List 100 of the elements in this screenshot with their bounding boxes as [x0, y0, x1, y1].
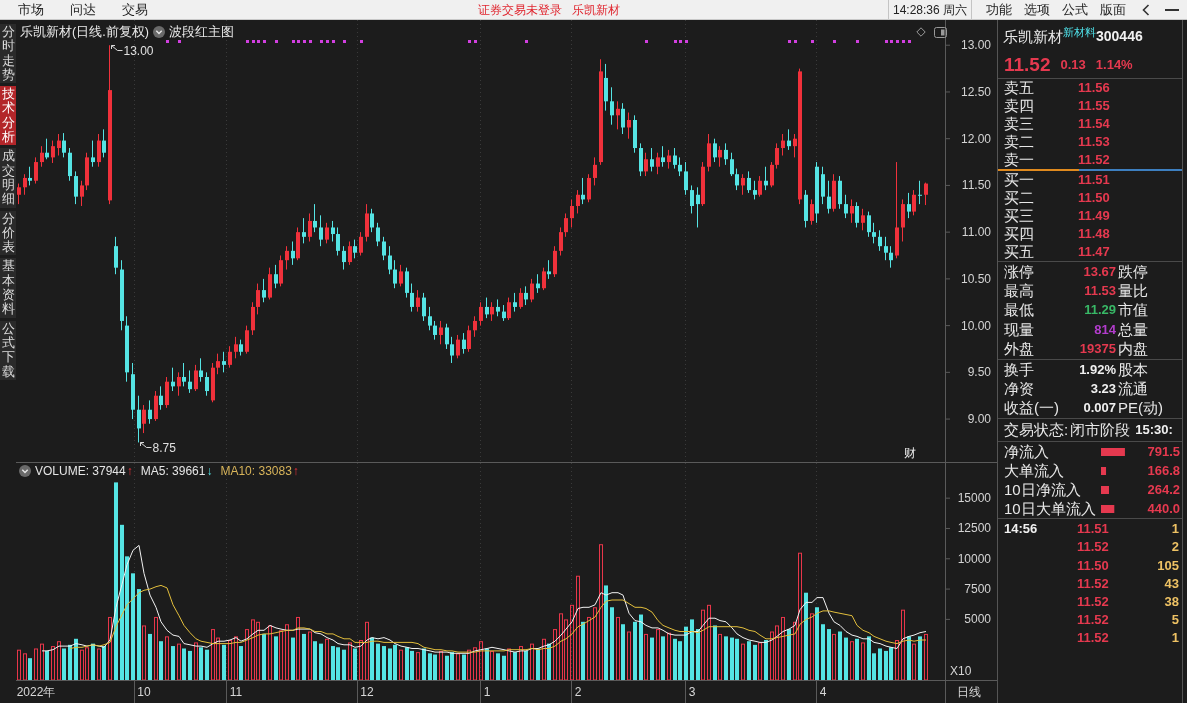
bid-label: 买四: [1003, 225, 1035, 243]
menu-button[interactable]: 选项: [1024, 0, 1050, 19]
clock-text: 14:28:36 周六: [888, 0, 972, 19]
tick-volume: 38: [1163, 593, 1180, 610]
notice-text: 证券交易未登录: [478, 1, 562, 18]
candlestick: [228, 345, 232, 369]
chevron-left-icon[interactable]: [1142, 3, 1150, 16]
stat-label: 总量: [1118, 320, 1148, 339]
chevron-down-icon[interactable]: [152, 26, 165, 38]
pointer-arrow-icon: [111, 45, 123, 51]
side-tab[interactable]: 基本资料: [0, 258, 16, 318]
candlestick: [131, 362, 135, 420]
bid-price: 11.48: [1078, 226, 1110, 242]
candlestick: [422, 292, 426, 322]
candlestick: [593, 156, 597, 186]
candlestick: [222, 351, 226, 373]
side-tab[interactable]: 分时走势: [0, 24, 16, 84]
bid-price: 11.47: [1078, 244, 1110, 260]
menu-item[interactable]: 问达: [70, 0, 96, 19]
flow-bar: [1101, 447, 1125, 456]
candlestick: [587, 173, 591, 203]
side-tab[interactable]: 成交明细: [0, 148, 16, 208]
chevron-down-icon[interactable]: [19, 465, 31, 477]
panel-toggle-icon[interactable]: [934, 27, 947, 38]
candlestick: [245, 325, 249, 355]
candlestick: [268, 267, 272, 300]
side-tab[interactable]: 公式下载: [0, 320, 16, 380]
candlestick: [399, 264, 403, 287]
candlestick: [376, 222, 380, 247]
flow-value: 264.2: [1146, 481, 1181, 498]
candlestick: [439, 320, 443, 345]
flow-value: 791.5: [1146, 443, 1181, 460]
price-axis-label: 12.00: [960, 131, 991, 146]
bid-price: 11.51: [1078, 172, 1110, 188]
candlestick: [901, 198, 905, 242]
candlestick: [91, 140, 95, 168]
candlestick: [707, 133, 711, 172]
tick-volume: 5: [1170, 612, 1180, 629]
candlestick: [479, 301, 483, 327]
stat-value: 3.23: [1089, 381, 1116, 398]
candlestick: [627, 112, 631, 140]
side-tab[interactable]: 技术分析: [0, 86, 16, 146]
tick-price: 11.52: [1077, 630, 1110, 647]
diamond-icon[interactable]: [916, 27, 926, 37]
rise-arrow: ↑: [126, 464, 133, 478]
stat-label: 净资: [1003, 380, 1035, 399]
candlestick: [114, 236, 118, 275]
candlestick: [844, 194, 848, 219]
candlestick: [456, 334, 460, 359]
menu-item[interactable]: 交易: [122, 0, 148, 19]
price-axis-label: 10.00: [960, 318, 991, 333]
flow-label: 净流入: [1003, 442, 1050, 461]
rise-arrow: ↑: [292, 464, 299, 478]
candlestick: [302, 217, 306, 244]
bid-price: 11.50: [1078, 190, 1110, 206]
candlestick: [633, 114, 637, 154]
candlestick: [171, 367, 175, 392]
legend-label: VOLUME: 37944: [35, 464, 126, 478]
tick-volume: 1: [1170, 521, 1180, 538]
stat-value: 19375: [1078, 341, 1116, 358]
candlestick: [188, 369, 192, 394]
tick-time: 14:56: [1003, 521, 1039, 538]
ask-price: 11.54: [1078, 116, 1110, 132]
ask-price: 11.52: [1078, 152, 1110, 168]
bid-label: 买五: [1003, 243, 1035, 261]
candlestick: [325, 222, 329, 244]
tick-price: 11.52: [1077, 593, 1110, 610]
candlestick: [148, 399, 152, 425]
legend-label: MA5: 39661: [140, 464, 206, 478]
flow-bar: [1101, 466, 1107, 475]
percent-change: 1.14%: [1095, 57, 1133, 73]
last-price: 11.52: [1004, 54, 1051, 76]
price-axis-label: 10.50: [960, 271, 991, 286]
candlestick: [724, 142, 728, 166]
menu-button[interactable]: 功能: [986, 0, 1012, 19]
candlestick: [34, 156, 38, 185]
status-time: 15:30:: [1135, 422, 1173, 439]
menu-button[interactable]: 版面: [1100, 0, 1126, 19]
stat-label: 流通: [1118, 380, 1148, 399]
volume-axis-label: 10000: [957, 551, 991, 566]
menu-button[interactable]: 公式: [1062, 0, 1088, 19]
candlestick: [787, 128, 791, 151]
stat-label: PE(动): [1118, 399, 1163, 418]
ask-label: 卖二: [1003, 133, 1035, 151]
flow-label: 10日大单流入: [1003, 499, 1097, 518]
price-change: 0.13: [1060, 57, 1086, 73]
fall-arrow: ↓: [206, 464, 213, 478]
price-marker-label: 8.75: [152, 440, 176, 455]
ask-label: 卖一: [1003, 151, 1035, 169]
menu-item[interactable]: 市场: [18, 0, 44, 19]
tick-volume: 2: [1170, 539, 1180, 556]
stat-label: 股本: [1118, 360, 1148, 379]
price-axis-label: 12.50: [960, 84, 991, 99]
stat-label: 外盘: [1003, 340, 1035, 359]
side-tab[interactable]: 分价表: [0, 210, 16, 256]
candlestick: [684, 161, 688, 196]
candlestick: [747, 170, 751, 194]
minimize-icon[interactable]: [1165, 8, 1179, 11]
volume-axis-label: 15000: [957, 491, 991, 506]
stat-label: 市值: [1118, 301, 1148, 320]
